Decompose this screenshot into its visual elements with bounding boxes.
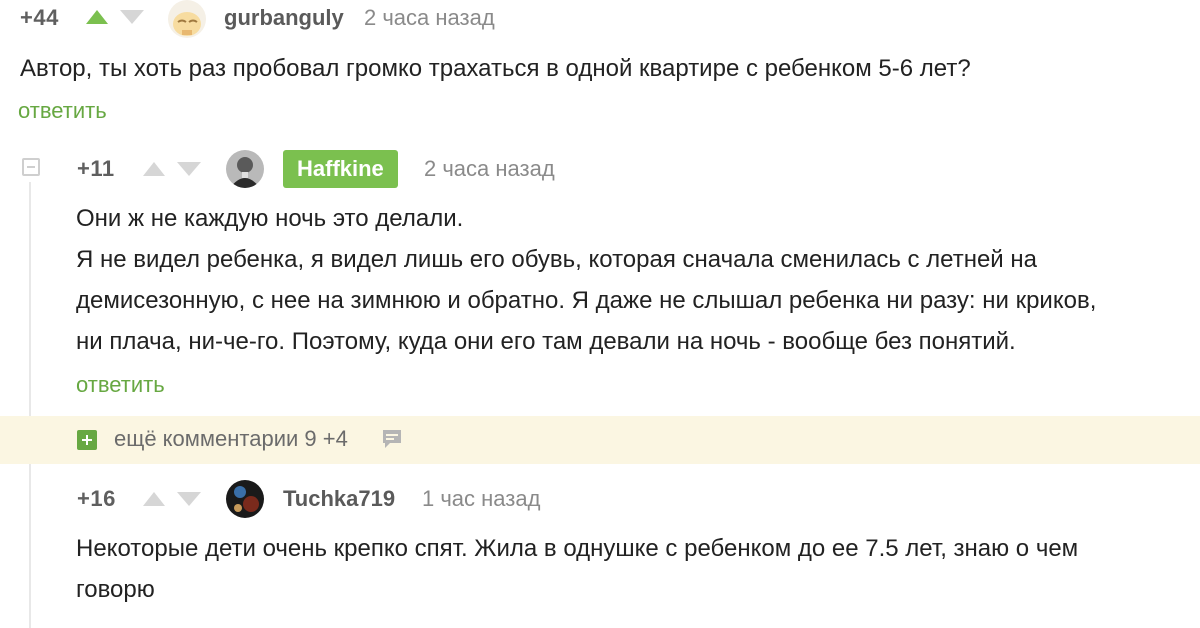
username[interactable]: gurbanguly <box>224 5 344 31</box>
comment-score: +44 <box>20 5 59 30</box>
upvote-arrow-icon <box>143 492 165 506</box>
upvote-button[interactable] <box>141 160 167 178</box>
reply-link[interactable]: ответить <box>76 372 165 398</box>
more-comments-link[interactable]: ещё комментарии 9 +4 <box>114 426 348 452</box>
thread-line <box>29 182 31 628</box>
more-comments-bar[interactable]: ещё комментарии 9 +4 <box>0 416 1200 464</box>
collapse-thread-button[interactable] <box>22 158 40 176</box>
comment-text-line: говорю <box>76 576 155 603</box>
comment-text-line: Я не видел ребенка, я видел лишь его обу… <box>76 246 1037 273</box>
comment-time[interactable]: 2 часа назад <box>424 156 555 182</box>
comment-text-line: Некоторые дети очень крепко спят. Жила в… <box>76 535 1079 562</box>
username[interactable]: Tuchka719 <box>283 486 395 512</box>
comment-score: +16 <box>77 486 116 511</box>
username-badge[interactable]: Haffkine <box>283 150 398 188</box>
downvote-arrow-icon <box>177 492 201 506</box>
upvote-button[interactable] <box>84 8 110 26</box>
expand-plus-icon[interactable] <box>77 430 97 450</box>
reply-link[interactable]: ответить <box>18 98 107 124</box>
upvote-button[interactable] <box>141 490 167 508</box>
downvote-button[interactable] <box>175 490 203 508</box>
avatar[interactable] <box>226 480 264 518</box>
comment-text: Они ж не каждую ночь это делали. Я не ви… <box>76 198 1096 362</box>
portrait-photo-avatar-icon <box>226 150 264 188</box>
comment-text: Некоторые дети очень крепко спят. Жила в… <box>76 528 1078 610</box>
downvote-arrow-icon <box>177 162 201 176</box>
comment-time[interactable]: 1 час назад <box>422 486 540 512</box>
downvote-button[interactable] <box>175 160 203 178</box>
dark-photo-avatar-icon <box>226 480 264 518</box>
comment-text-line: ни плача, ни-че-го. Поэтому, куда они ег… <box>76 328 1016 355</box>
comment-text-line: демисезонную, с нее на зимнюю и обратно.… <box>76 287 1097 314</box>
comment-score: +11 <box>77 156 115 181</box>
downvote-button[interactable] <box>118 8 146 26</box>
upvote-arrow-icon <box>143 162 165 176</box>
avatar[interactable] <box>226 150 264 188</box>
comment-text: Автор, ты хоть раз пробовал громко траха… <box>20 48 971 89</box>
comment-text-line: Автор, ты хоть раз пробовал громко траха… <box>20 55 971 82</box>
downvote-arrow-icon <box>120 10 144 24</box>
comment-time[interactable]: 2 часа назад <box>364 5 495 31</box>
avatar[interactable] <box>168 0 206 38</box>
upvote-arrow-icon <box>86 10 108 24</box>
comment-bubble-icon <box>381 428 403 455</box>
sleepy-cartoon-avatar-icon <box>168 0 206 38</box>
comment-text-line: Они ж не каждую ночь это делали. <box>76 205 464 232</box>
